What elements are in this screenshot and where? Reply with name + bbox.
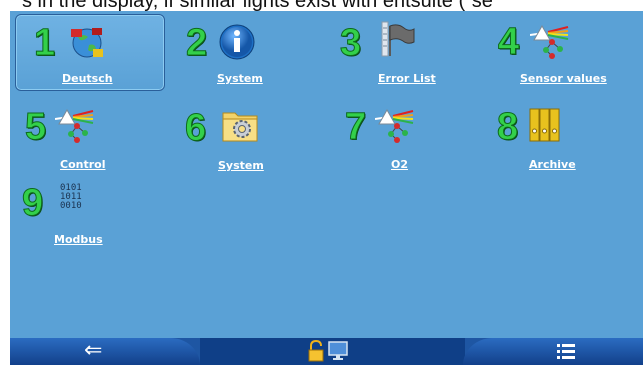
info-icon [218, 23, 255, 60]
menu-button[interactable] [463, 338, 643, 365]
menu-tile-o2[interactable]: 7 O2 [344, 101, 485, 171]
tile-label: System [217, 72, 263, 85]
tile-number: 5 [24, 106, 47, 148]
bottom-nav-bar: ⇐ [10, 338, 643, 365]
binary-row: 0010 [60, 201, 82, 211]
tile-label: Deutsch [62, 72, 113, 85]
menu-tile-archive[interactable]: 8 Archive [496, 101, 637, 172]
status-area [200, 338, 465, 365]
tile-number: 2 [185, 22, 208, 64]
tile-number: 1 [33, 22, 56, 64]
prism-network-icon [54, 108, 94, 144]
tile-number: 6 [184, 107, 207, 149]
menu-tile-sensor-values[interactable]: 4 Sensor values [497, 14, 638, 86]
tile-label: O2 [391, 158, 409, 171]
menu-screen: 1 Deutsch 2 System 3 Error List 4 Sensor… [10, 11, 643, 338]
tile-number: 8 [496, 106, 519, 148]
back-button[interactable]: ⇐ [10, 338, 200, 365]
menu-tile-control[interactable]: 5 Control [24, 101, 165, 172]
back-arrow-icon: ⇐ [84, 338, 103, 363]
tile-label: Error List [378, 72, 436, 85]
cropped-caption: s in the display, if similar lights exis… [22, 0, 493, 11]
tile-number: 4 [497, 21, 520, 63]
tile-label: System [218, 159, 264, 172]
tile-label: Sensor values [520, 72, 607, 85]
tile-label: Control [60, 158, 106, 171]
unlock-icon[interactable] [308, 339, 324, 366]
tile-number: 3 [339, 22, 362, 64]
prism-network-icon [529, 24, 569, 60]
monitor-icon[interactable] [328, 341, 348, 365]
gear-folder-icon [221, 107, 258, 143]
binders-icon [527, 107, 563, 143]
tile-label: Modbus [54, 233, 103, 246]
globe-flags-icon [69, 25, 105, 61]
tile-number: 7 [344, 106, 367, 148]
tile-label: Archive [529, 158, 576, 171]
menu-tile-error-list[interactable]: 3 Error List [339, 14, 480, 85]
menu-tile-system-settings[interactable]: 6 System [184, 101, 325, 173]
flag-list-icon [376, 20, 415, 57]
menu-tile-system[interactable]: 2 System [180, 14, 320, 86]
menu-tile-modbus[interactable]: 9 0101 1011 0010 Modbus [21, 181, 162, 251]
binary-data-icon: 0101 1011 0010 [60, 184, 94, 218]
menu-list-icon [557, 343, 575, 364]
tile-number: 9 [21, 182, 44, 224]
menu-tile-deutsch[interactable]: 1 Deutsch [15, 14, 165, 91]
prism-network-icon [374, 108, 414, 144]
